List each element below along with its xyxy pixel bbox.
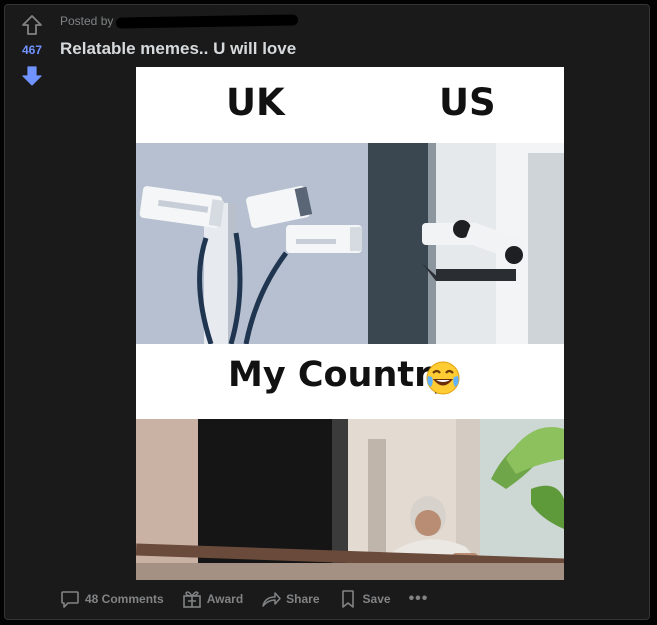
laughing-emoji-icon: [426, 361, 460, 395]
award-label: Award: [206, 592, 244, 606]
vote-column: 467: [5, 5, 55, 619]
upvote-icon[interactable]: [21, 14, 43, 36]
meme-label-my-country: My Country: [228, 355, 455, 395]
post-image[interactable]: UK US My Country: [136, 67, 564, 580]
cctv-photos: [136, 143, 564, 344]
save-icon: [341, 590, 354, 608]
downvote-icon[interactable]: [21, 65, 43, 87]
balcony-photo: [136, 419, 564, 580]
post-card[interactable]: 467 Posted by Relatable memes.. U will l…: [4, 4, 650, 620]
more-options-button[interactable]: •••: [409, 590, 429, 608]
redacted-username: [116, 14, 299, 29]
award-button[interactable]: Award: [182, 589, 243, 609]
vote-score: 467: [21, 43, 43, 57]
award-icon: [182, 591, 201, 608]
post-meta: Posted by: [60, 14, 299, 29]
meme-label-us: US: [439, 81, 496, 124]
comment-icon: [61, 591, 79, 608]
share-icon: [262, 592, 281, 607]
comments-label: 48 Comments: [85, 592, 164, 606]
meme-label-uk: UK: [226, 81, 285, 124]
share-label: Share: [286, 592, 320, 606]
share-button[interactable]: Share: [261, 589, 320, 609]
comments-button[interactable]: 48 Comments: [60, 589, 164, 609]
posted-by-label: Posted by: [60, 14, 114, 28]
post-actions: 48 Comments Award Share Save •••: [60, 587, 428, 611]
meme-header-band: [136, 67, 564, 143]
save-label: Save: [362, 592, 391, 606]
save-button[interactable]: Save: [338, 589, 391, 609]
post-title[interactable]: Relatable memes.. U will love: [60, 39, 296, 59]
